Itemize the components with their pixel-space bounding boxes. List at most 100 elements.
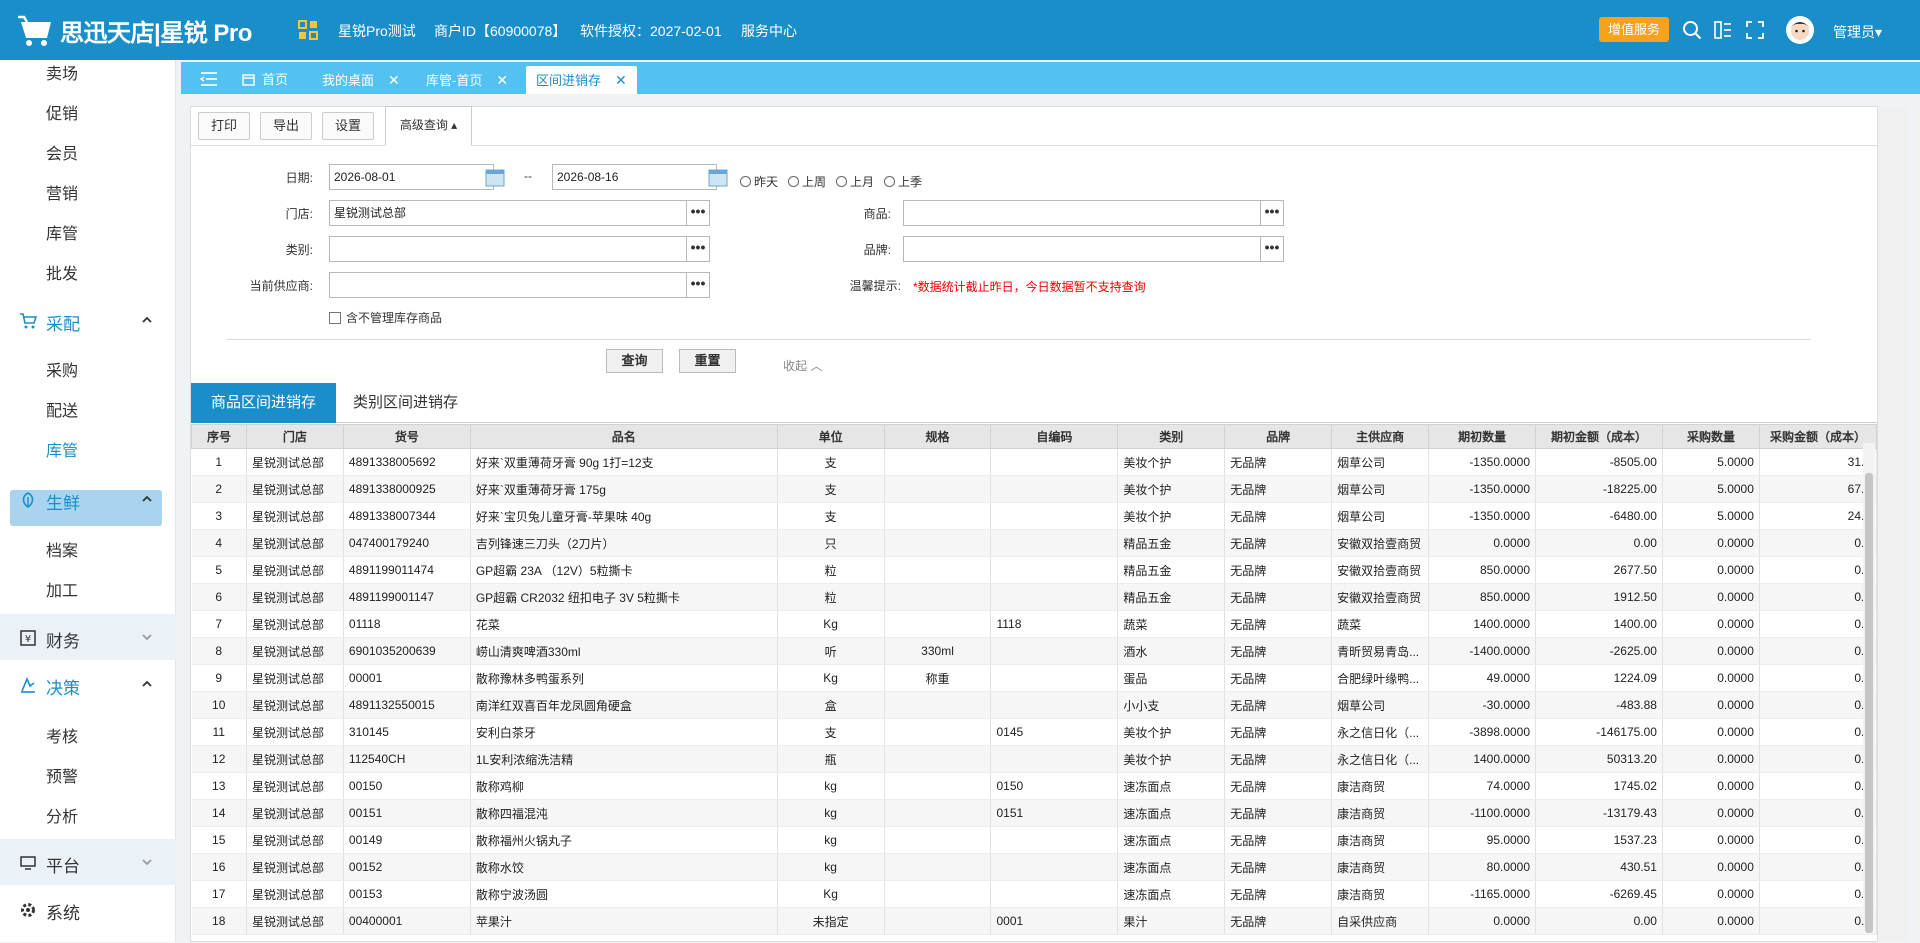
date-from-input[interactable]: 2026-08-01 xyxy=(329,164,494,190)
sidebar-group-purchase[interactable]: 采配 xyxy=(0,297,176,343)
sidebar-item-wholesale[interactable]: 批发 xyxy=(46,260,78,284)
value-service-button[interactable]: 增值服务 xyxy=(1599,17,1670,42)
goods-picker-button[interactable]: ••• xyxy=(1260,200,1284,226)
vertical-scrollbar[interactable] xyxy=(1863,443,1875,933)
radio-last-week[interactable]: 上周 xyxy=(788,173,826,190)
sidebar-item-archive[interactable]: 档案 xyxy=(46,537,78,561)
supplier-picker-button[interactable]: ••• xyxy=(686,272,710,298)
export-button[interactable]: 导出 xyxy=(260,112,313,140)
column-header[interactable]: 采购数量 xyxy=(1661,424,1760,449)
settings-button[interactable]: 设置 xyxy=(322,112,375,140)
column-header[interactable]: 序号 xyxy=(191,424,247,449)
close-icon[interactable]: ✕ xyxy=(388,66,400,94)
calendar-icon[interactable] xyxy=(707,166,729,188)
table-row[interactable]: 5 星锐测试总部 4891199011474 GP超霸 23A （12V）5粒撕卡粒 精… xyxy=(191,556,1877,584)
table-cell: Kg xyxy=(777,610,885,638)
column-header[interactable]: 货号 xyxy=(342,424,471,449)
print-button[interactable]: 打印 xyxy=(198,112,251,140)
sidebar-item-member[interactable]: 会员 xyxy=(46,140,78,164)
sidebar-item-stock-management[interactable]: 库管 xyxy=(46,437,78,461)
calendar-icon[interactable] xyxy=(484,166,506,188)
service-center-link[interactable]: 服务中心 xyxy=(741,21,797,41)
sidebar-item-promotion[interactable]: 促销 xyxy=(46,100,78,124)
column-header[interactable]: 期初金额（成本） xyxy=(1535,424,1663,449)
table-row[interactable]: 15 星锐测试总部 00149 散称福州火锅丸子 kg 速冻面点 无品牌 康洁商贸 95.000… xyxy=(191,826,1877,854)
close-icon[interactable]: ✕ xyxy=(496,66,508,94)
sidebar-item-analysis[interactable]: 分析 xyxy=(46,803,78,827)
column-header[interactable]: 自编码 xyxy=(990,424,1119,449)
table-row[interactable]: 2 星锐测试总部 4891338000925 好来`双重薄荷牙膏 175g 支 美妆个护无… xyxy=(191,475,1877,503)
sidebar-item-assessment[interactable]: 考核 xyxy=(46,723,78,747)
column-header[interactable]: 单位 xyxy=(776,424,885,449)
column-header[interactable]: 规格 xyxy=(883,424,992,449)
column-header[interactable]: 类别 xyxy=(1117,424,1226,449)
table-row[interactable]: 1 星锐测试总部 4891338005692 好来`双重薄荷牙膏 90g 1打=12支… xyxy=(191,448,1877,476)
date-to-input[interactable]: 2026-08-16 xyxy=(552,164,717,190)
tab-category-range[interactable]: 类别区间进销存 xyxy=(333,383,478,423)
column-header[interactable]: 品名 xyxy=(469,424,778,449)
brand-input[interactable] xyxy=(903,236,1261,262)
column-header[interactable]: 期初数量 xyxy=(1428,424,1537,449)
category-input[interactable] xyxy=(329,236,687,262)
table-row[interactable]: 11 星锐测试总部 310145 安利白茶牙支 0145 美妆个护 无品牌 永之信日化（...… xyxy=(191,718,1877,746)
sidebar-item-processing[interactable]: 加工 xyxy=(46,577,78,601)
table-row[interactable]: 9 星锐测试总部 00001 散称豫林多鸭蛋系列 Kg 称重 蛋品 无品牌 合肥绿叶缘鸭... 4… xyxy=(191,664,1877,692)
table-row[interactable]: 13 星锐测试总部 00150 散称鸡柳 kg 0150 速冻面点 无品牌 康洁商贸 74.000… xyxy=(191,772,1877,800)
supplier-input[interactable] xyxy=(329,272,687,298)
search-icon[interactable] xyxy=(1682,20,1702,40)
brand-picker-button[interactable]: ••• xyxy=(1260,236,1284,262)
page-scrollbar[interactable] xyxy=(1878,106,1908,942)
advanced-query-tab[interactable]: 高级查询 ▴ xyxy=(385,106,472,146)
category-picker-button[interactable]: ••• xyxy=(686,236,710,262)
tab-range-inventory[interactable]: 区间进销存 ✕ xyxy=(526,66,637,94)
tab-goods-range[interactable]: 商品区间进销存 xyxy=(191,383,337,423)
table-row[interactable]: 14 星锐测试总部 00151 散称四福混沌 kg 0151 速冻面点 无品牌 康洁商贸 -110… xyxy=(191,799,1877,827)
table-row[interactable]: 7 星锐测试总部 01118 花菜 Kg 1118 蔬菜 无品牌 蔬菜 1400.0000 1400… xyxy=(191,610,1877,638)
sidebar-group-system[interactable]: 系统 xyxy=(0,886,176,932)
goods-input[interactable] xyxy=(903,200,1261,226)
sidebar-group-platform[interactable]: 平台 xyxy=(0,839,176,885)
radio-yesterday[interactable]: 昨天 xyxy=(740,173,778,190)
radio-last-quarter[interactable]: 上季 xyxy=(884,173,922,190)
table-row[interactable]: 16 星锐测试总部 00152 散称水饺 kg 速冻面点 无品牌 康洁商贸 80.0000 430… xyxy=(191,853,1877,881)
query-button[interactable]: 查询 xyxy=(606,349,663,373)
sidebar-group-decision[interactable]: 决策 xyxy=(0,661,176,707)
fullscreen-icon[interactable] xyxy=(1745,20,1765,40)
sidebar-item-purchase[interactable]: 采购 xyxy=(46,357,78,381)
column-header[interactable]: 品牌 xyxy=(1224,424,1333,449)
avatar[interactable] xyxy=(1786,16,1814,44)
table-row[interactable]: 17 星锐测试总部 00153 散称宁波汤圆 Kg 速冻面点 无品牌 康洁商贸 -1165.00… xyxy=(191,880,1877,908)
tab-home[interactable]: 首页 xyxy=(241,66,288,94)
sidebar-item-warning[interactable]: 预警 xyxy=(46,763,78,787)
sidebar-item-distribution[interactable]: 配送 xyxy=(46,397,78,421)
scrollbar-thumb[interactable] xyxy=(1865,473,1873,933)
store-input[interactable]: 星锐测试总部 xyxy=(329,200,687,226)
tab-stock-home[interactable]: 库管-首页 ✕ xyxy=(426,66,508,94)
app-grid-icon[interactable] xyxy=(298,20,318,40)
table-row[interactable]: 4 星锐测试总部 047400179240 吉列锋速三刀头（2刀片）只 精品五金 无品牌安… xyxy=(191,529,1877,557)
sidebar-item-mall[interactable]: 卖场 xyxy=(46,60,78,84)
table-row[interactable]: 6 星锐测试总部 4891199001147 GP超霸 CR2032 纽扣电子 3V … xyxy=(191,583,1877,611)
tab-desk[interactable]: 我的桌面 ✕ xyxy=(322,66,400,94)
layout-icon[interactable] xyxy=(1713,20,1733,40)
reset-button[interactable]: 重置 xyxy=(679,349,736,373)
radio-last-month[interactable]: 上月 xyxy=(836,173,874,190)
sidebar-group-fresh[interactable]: 生鲜 xyxy=(0,476,176,522)
close-icon[interactable]: ✕ xyxy=(615,66,627,94)
table-row[interactable]: 8 星锐测试总部 6901035200639 崂山清爽啤酒330ml 听 330ml 酒水无… xyxy=(191,637,1877,665)
sidebar-item-marketing[interactable]: 营销 xyxy=(46,180,78,204)
store-picker-button[interactable]: ••• xyxy=(686,200,710,226)
menu-toggle-icon[interactable] xyxy=(200,71,218,87)
collapse-link[interactable]: 收起 ︿ xyxy=(783,357,822,374)
table-row[interactable]: 10 星锐测试总部 4891132550015 南洋红双喜百年龙凤圆角硬盒盒 小小支 无品… xyxy=(191,691,1877,719)
column-header[interactable]: 主供应商 xyxy=(1331,424,1430,449)
table-row[interactable]: 12 星锐测试总部 112540CH 1L安利浓缩洗洁精瓶 美妆个护 无品牌 永之信日化（.… xyxy=(191,745,1877,773)
table-row[interactable]: 3 星锐测试总部 4891338007344 好来`宝贝兔儿童牙膏-苹果味 40g 支 美… xyxy=(191,502,1877,530)
admin-menu[interactable]: 管理员▾ xyxy=(1833,22,1882,42)
sidebar-item-stock[interactable]: 库管 xyxy=(46,220,78,244)
table-row[interactable]: 18 星锐测试总部 00400001 苹果汁 未指定 0001 果汁 无品牌 自采供应商 0.00… xyxy=(191,907,1877,935)
exclude-non-stock-checkbox[interactable]: 含不管理库存商品 xyxy=(329,309,442,326)
column-header[interactable]: 门店 xyxy=(245,424,344,449)
sidebar-group-finance[interactable]: ¥ 财务 xyxy=(0,614,176,660)
column-header[interactable]: 采购金额（成本） xyxy=(1758,424,1877,449)
